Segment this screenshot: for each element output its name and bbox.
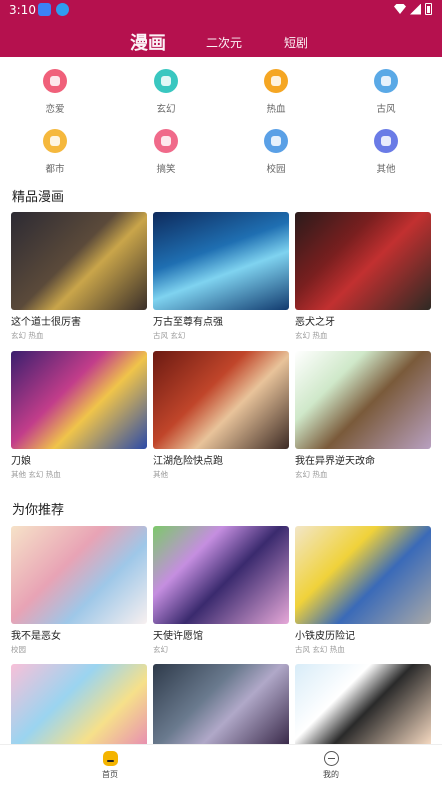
comic-card[interactable]	[153, 664, 289, 744]
section-title-recommended: 为你推荐	[12, 503, 65, 518]
category-other[interactable]: 其他	[356, 129, 416, 175]
comic-card[interactable]: 这个道士很厉害 玄幻 热血	[11, 212, 147, 341]
wifi-icon	[394, 4, 406, 14]
comic-cover	[153, 664, 289, 744]
comic-cover	[11, 212, 147, 310]
comic-tags: 其他	[153, 470, 168, 479]
nav-profile[interactable]: 我的	[311, 751, 351, 780]
comic-title: 恶犬之牙	[295, 317, 335, 328]
category-label: 玄幻	[156, 104, 176, 115]
category-love[interactable]: 恋爱	[25, 69, 85, 115]
category-comedy[interactable]: 搞笑	[136, 129, 196, 175]
comic-card[interactable]: 我在异界逆天改命 玄幻 热血	[295, 351, 431, 480]
status-time: 3:10	[9, 3, 36, 17]
comic-cover	[295, 351, 431, 449]
battery-icon	[425, 3, 432, 15]
tab-manga[interactable]: 漫画	[130, 29, 166, 55]
comic-card[interactable]: 刀娘 其他 玄幻 热血	[11, 351, 147, 480]
comic-cover	[11, 664, 147, 744]
building-icon	[43, 129, 67, 153]
category-action[interactable]: 热血	[246, 69, 306, 115]
comic-title: 这个道士很厉害	[11, 317, 81, 328]
comic-title: 天使许愿馆	[153, 631, 203, 642]
tab-acg[interactable]: 二次元	[206, 34, 242, 51]
comic-tags: 校园	[11, 645, 26, 654]
comic-tags: 古风 玄幻 热血	[295, 645, 345, 654]
comic-title: 江湖危险快点跑	[153, 456, 223, 467]
category-fantasy[interactable]: 玄幻	[136, 69, 196, 115]
heart-icon	[43, 69, 67, 93]
comic-title: 万古至尊有点强	[153, 317, 223, 328]
app-notification-icon	[38, 3, 51, 16]
comic-tags: 玄幻 热血	[11, 331, 44, 340]
comic-card[interactable]: 小铁皮历险记 古风 玄幻 热血	[295, 526, 431, 655]
nav-label: 我的	[323, 770, 339, 779]
comic-title: 小铁皮历险记	[295, 631, 355, 642]
comic-tags: 其他 玄幻 热血	[11, 470, 61, 479]
status-bar: 3:10	[0, 0, 442, 20]
category-label: 都市	[45, 164, 65, 175]
comic-card[interactable]	[295, 664, 431, 744]
comic-card[interactable]: 万古至尊有点强 古风 玄幻	[153, 212, 289, 341]
category-label: 其他	[376, 164, 396, 175]
category-label: 热血	[266, 104, 286, 115]
top-tabs: 漫画 二次元 短剧	[0, 26, 442, 54]
comic-tags: 玄幻 热血	[295, 331, 328, 340]
comic-tags: 玄幻 热血	[295, 470, 328, 479]
comic-cover	[153, 526, 289, 624]
tab-short-drama[interactable]: 短剧	[284, 34, 308, 51]
nav-home[interactable]: 首页	[90, 751, 130, 780]
category-label: 搞笑	[156, 164, 176, 175]
nav-label: 首页	[102, 770, 118, 779]
comic-tags: 古风 玄幻	[153, 331, 186, 340]
smile-icon	[154, 129, 178, 153]
grid-icon	[374, 129, 398, 153]
category-label: 恋爱	[45, 104, 65, 115]
app-header: 3:10 漫画 二次元 短剧	[0, 0, 442, 57]
status-icons	[394, 3, 432, 15]
swirl-icon	[154, 69, 178, 93]
comic-title: 我在异界逆天改命	[295, 456, 375, 467]
comic-cover	[153, 212, 289, 310]
category-urban[interactable]: 都市	[25, 129, 85, 175]
comic-title: 刀娘	[11, 456, 31, 467]
mountain-icon	[374, 69, 398, 93]
signal-icon	[410, 3, 421, 15]
bottom-nav: 首页 我的	[0, 744, 442, 786]
home-icon	[102, 751, 118, 766]
comic-cover	[153, 351, 289, 449]
comic-cover	[11, 526, 147, 624]
comic-cover	[295, 212, 431, 310]
download-notification-icon	[56, 3, 69, 16]
comic-cover	[295, 526, 431, 624]
comic-card[interactable]	[11, 664, 147, 744]
comic-title: 我不是恶女	[11, 631, 61, 642]
school-icon	[264, 129, 288, 153]
comic-card[interactable]: 恶犬之牙 玄幻 热血	[295, 212, 431, 341]
comic-tags: 玄幻	[153, 645, 168, 654]
category-school[interactable]: 校园	[246, 129, 306, 175]
category-ancient[interactable]: 古风	[356, 69, 416, 115]
comic-cover	[295, 664, 431, 744]
comic-card[interactable]: 天使许愿馆 玄幻	[153, 526, 289, 655]
section-title-featured: 精品漫画	[12, 190, 65, 205]
fire-icon	[264, 69, 288, 93]
comic-cover	[11, 351, 147, 449]
comic-card[interactable]: 我不是恶女 校园	[11, 526, 147, 655]
category-label: 校园	[266, 164, 286, 175]
comic-card[interactable]: 江湖危险快点跑 其他	[153, 351, 289, 480]
profile-icon	[323, 751, 339, 766]
category-label: 古风	[376, 104, 396, 115]
